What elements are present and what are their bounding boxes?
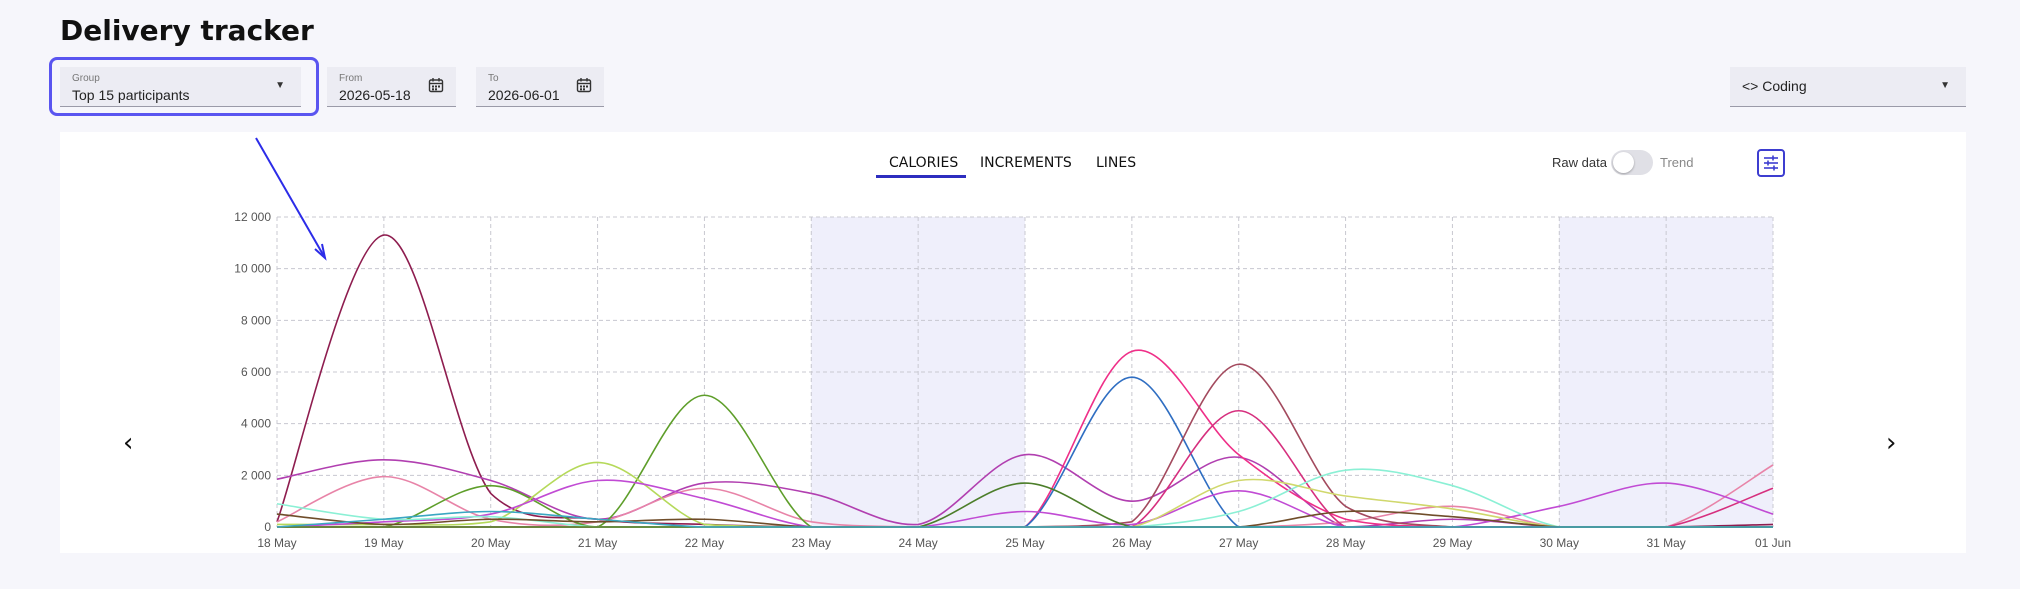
y-tick-label: 4 000 — [241, 417, 271, 431]
y-tick-label: 2 000 — [241, 468, 271, 482]
x-tick-label: 27 May — [1219, 536, 1258, 550]
y-tick-label: 6 000 — [241, 365, 271, 379]
annotation-arrow — [255, 137, 326, 259]
x-tick-label: 23 May — [792, 536, 831, 550]
y-tick-label: 10 000 — [234, 262, 271, 276]
x-tick-label: 29 May — [1433, 536, 1472, 550]
x-tick-label: 20 May — [471, 536, 510, 550]
x-tick-label: 21 May — [578, 536, 617, 550]
x-tick-label: 22 May — [685, 536, 724, 550]
chart: 0 2 000 4 000 6 000 8 000 10 000 12 000 18 May 1… — [234, 137, 1791, 550]
x-tick-label: 30 May — [1540, 536, 1579, 550]
x-tick-label: 18 May — [257, 536, 296, 550]
x-tick-label: 01 Jun — [1755, 536, 1791, 550]
x-tick-label: 24 May — [898, 536, 937, 550]
x-tick-label: 26 May — [1112, 536, 1151, 550]
x-tick-label: 31 May — [1646, 536, 1685, 550]
y-tick-label: 8 000 — [241, 313, 271, 327]
x-tick-label: 19 May — [364, 536, 403, 550]
x-tick-label: 25 May — [1005, 536, 1044, 550]
y-tick-label: 0 — [264, 520, 271, 534]
x-tick-label: 28 May — [1326, 536, 1365, 550]
y-tick-label: 12 000 — [234, 210, 271, 224]
